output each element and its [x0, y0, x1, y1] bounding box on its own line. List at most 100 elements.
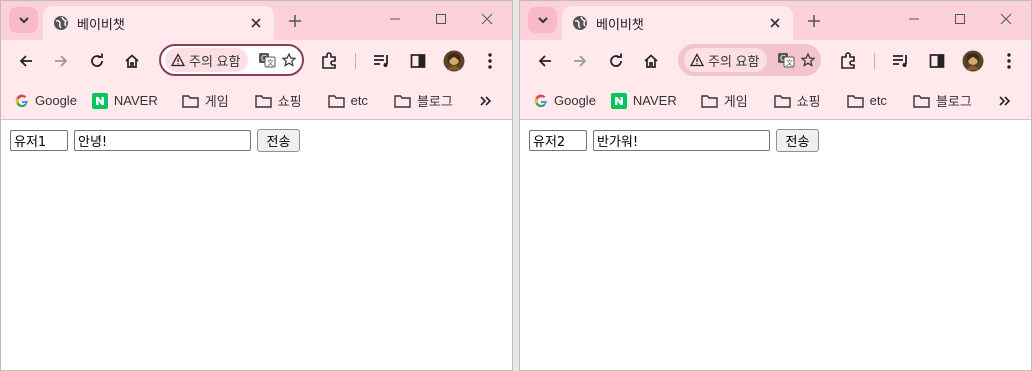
side-panel-icon	[929, 54, 945, 68]
bookmark-naver[interactable]: NAVER	[605, 87, 683, 115]
double-chevron-icon	[480, 96, 492, 106]
bookmark-star-button[interactable]	[801, 53, 816, 67]
menu-button[interactable]	[474, 45, 506, 77]
home-button[interactable]	[635, 45, 667, 77]
bookmark-naver[interactable]: NAVER	[86, 87, 164, 115]
folder-icon	[394, 94, 411, 108]
bookmark-label: 쇼핑	[277, 94, 302, 109]
back-icon	[538, 55, 551, 67]
translate-button[interactable]: G文	[258, 52, 276, 68]
menu-button[interactable]	[993, 45, 1025, 77]
close-tab-button[interactable]	[244, 11, 268, 35]
message-input[interactable]	[74, 130, 251, 151]
reading-list-icon	[893, 55, 907, 67]
star-icon	[282, 53, 297, 67]
new-tab-button[interactable]	[802, 9, 826, 33]
security-chip[interactable]: 주의 요함	[165, 48, 249, 72]
close-window-button[interactable]	[464, 1, 510, 37]
address-bar[interactable]: 주의 요함 G文	[159, 44, 304, 76]
bookmark-folder[interactable]: 블로그	[388, 87, 459, 115]
warning-icon	[690, 53, 704, 67]
svg-text:文: 文	[267, 58, 274, 67]
bookmark-google[interactable]: Google	[528, 87, 602, 115]
address-bar[interactable]: 주의 요함 G文	[678, 44, 821, 76]
forward-button[interactable]	[564, 45, 596, 77]
profile-button[interactable]	[438, 45, 470, 77]
username-input[interactable]	[10, 130, 68, 151]
profile-button[interactable]	[957, 45, 989, 77]
new-tab-button[interactable]	[283, 9, 307, 33]
folder-icon	[701, 94, 718, 108]
bookmark-folder[interactable]: etc	[841, 87, 893, 115]
chevron-down-icon	[18, 17, 29, 24]
translate-button[interactable]: G文	[777, 52, 795, 68]
svg-text:文: 文	[786, 58, 793, 67]
maximize-icon	[955, 14, 965, 24]
reload-button[interactable]	[81, 45, 113, 77]
close-window-button[interactable]	[983, 1, 1029, 37]
reading-list-icon	[374, 55, 388, 67]
back-button[interactable]	[10, 45, 42, 77]
maximize-button[interactable]	[418, 1, 464, 37]
home-button[interactable]	[116, 45, 148, 77]
extensions-button[interactable]	[832, 45, 864, 77]
security-chip[interactable]: 주의 요함	[684, 48, 768, 72]
side-panel-button[interactable]	[402, 45, 434, 77]
naver-icon	[91, 92, 108, 109]
maximize-button[interactable]	[937, 1, 983, 37]
tab-active[interactable]: 베이비챗	[562, 6, 793, 40]
avatar	[962, 50, 984, 72]
forward-icon	[55, 55, 68, 67]
globe-icon	[573, 16, 587, 30]
reading-list-button[interactable]	[885, 45, 917, 77]
bookmark-folder[interactable]: 쇼핑	[249, 87, 308, 115]
bookmark-folder[interactable]: 게임	[176, 87, 235, 115]
folder-icon	[254, 94, 272, 108]
warning-icon	[171, 53, 185, 67]
message-input[interactable]	[593, 130, 770, 151]
bookmark-google[interactable]: Google	[9, 87, 83, 115]
reload-button[interactable]	[600, 45, 632, 77]
send-button[interactable]: 전송	[776, 129, 819, 152]
google-icon	[15, 94, 28, 107]
forward-button[interactable]	[45, 45, 77, 77]
reload-icon	[91, 53, 103, 67]
username-input[interactable]	[529, 130, 587, 151]
bookmark-label: Google	[35, 93, 77, 108]
side-panel-button[interactable]	[921, 45, 953, 77]
security-chip-label: 주의 요함	[708, 53, 760, 69]
forward-icon	[574, 55, 587, 67]
back-button[interactable]	[529, 45, 561, 77]
bookmark-star-button[interactable]	[282, 53, 297, 67]
security-chip-label: 주의 요함	[189, 53, 241, 69]
close-icon	[481, 13, 493, 25]
tab-active[interactable]: 베이비챗	[43, 6, 274, 40]
folder-icon	[913, 94, 930, 108]
title-bar: 베이비챗	[520, 1, 1031, 40]
reading-list-button[interactable]	[366, 45, 398, 77]
home-icon	[125, 54, 139, 68]
bookmarks-bar: Google NAVER 게임 쇼핑 etc 블로그	[1, 82, 512, 120]
back-icon	[19, 55, 32, 67]
more-bookmarks-button[interactable]	[474, 90, 498, 112]
page-content: 전송	[1, 120, 512, 370]
close-icon	[251, 18, 261, 28]
tab-search-button[interactable]	[528, 7, 557, 33]
extensions-icon	[841, 52, 855, 69]
extensions-button[interactable]	[313, 45, 345, 77]
minimize-button[interactable]	[891, 1, 937, 37]
bookmark-folder[interactable]: etc	[322, 87, 374, 115]
bookmark-label: NAVER	[113, 93, 158, 108]
bookmark-folder[interactable]: 게임	[695, 87, 754, 115]
close-icon	[770, 18, 780, 28]
bookmark-folder[interactable]: 쇼핑	[768, 87, 827, 115]
page-content: 전송	[520, 120, 1031, 370]
minimize-button[interactable]	[372, 1, 418, 37]
bookmarks-bar: Google NAVER 게임 쇼핑 etc 블로그	[520, 82, 1031, 120]
tab-search-button[interactable]	[9, 7, 38, 33]
double-chevron-icon	[999, 96, 1011, 106]
send-button[interactable]: 전송	[257, 129, 300, 152]
close-tab-button[interactable]	[763, 11, 787, 35]
more-bookmarks-button[interactable]	[993, 90, 1017, 112]
bookmark-folder[interactable]: 블로그	[907, 87, 978, 115]
